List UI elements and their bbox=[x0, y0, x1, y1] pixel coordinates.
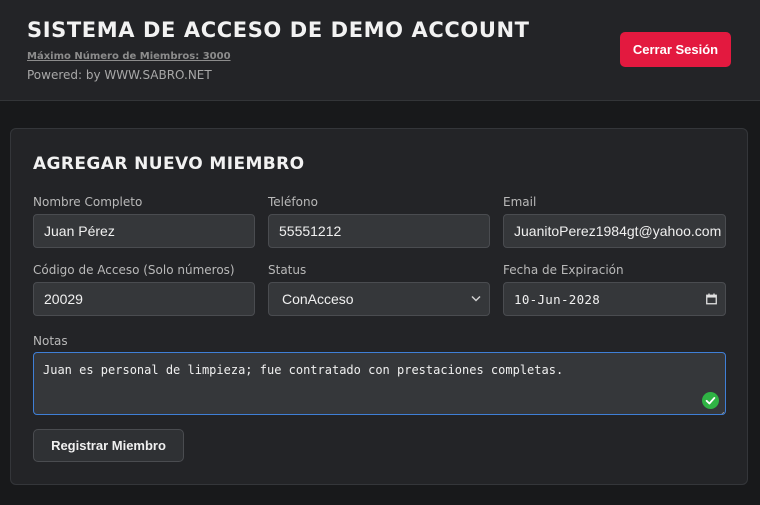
expiration-label: Fecha de Expiración bbox=[503, 263, 624, 277]
max-members-link[interactable]: Máximo Número de Miembros: 3000 bbox=[27, 51, 231, 62]
check-circle-icon bbox=[702, 392, 719, 409]
access-code-label: Código de Acceso (Solo números) bbox=[33, 263, 235, 277]
status-value: ConAcceso bbox=[282, 291, 354, 307]
phone-input[interactable]: 55551212 bbox=[268, 214, 490, 248]
app-title: SISTEMA DE ACCESO DE DEMO ACCOUNT bbox=[27, 18, 530, 42]
expiration-date-input[interactable]: 10-Jun-2028 bbox=[503, 282, 726, 316]
register-member-button[interactable]: Registrar Miembro bbox=[33, 429, 184, 462]
access-code-value: 20029 bbox=[44, 291, 83, 307]
email-value: JuanitoPerez1984gt@yahoo.com bbox=[514, 223, 722, 239]
notes-textarea[interactable]: Juan es personal de limpieza; fue contra… bbox=[33, 352, 726, 415]
email-input[interactable]: JuanitoPerez1984gt@yahoo.com bbox=[503, 214, 726, 248]
expiration-value: 10-Jun-2028 bbox=[514, 291, 601, 307]
powered-by-text: Powered: by WWW.SABRO.NET bbox=[27, 68, 212, 82]
access-code-input[interactable]: 20029 bbox=[33, 282, 255, 316]
chevron-down-icon bbox=[471, 295, 481, 303]
name-value: Juan Pérez bbox=[44, 223, 115, 239]
notes-value: Juan es personal de limpieza; fue contra… bbox=[43, 363, 564, 377]
notes-label: Notas bbox=[33, 334, 68, 348]
email-label: Email bbox=[503, 195, 537, 209]
add-member-card: AGREGAR NUEVO MIEMBRO Nombre Completo Ju… bbox=[10, 128, 748, 485]
app-header: SISTEMA DE ACCESO DE DEMO ACCOUNT Máximo… bbox=[0, 0, 760, 101]
status-select[interactable]: ConAcceso bbox=[268, 282, 490, 316]
status-label: Status bbox=[268, 263, 307, 277]
form-title: AGREGAR NUEVO MIEMBRO bbox=[33, 154, 305, 174]
name-input[interactable]: Juan Pérez bbox=[33, 214, 255, 248]
phone-label: Teléfono bbox=[268, 195, 318, 209]
resize-handle-icon[interactable] bbox=[718, 407, 725, 414]
calendar-icon[interactable] bbox=[706, 293, 717, 305]
logout-button[interactable]: Cerrar Sesión bbox=[620, 32, 731, 67]
phone-value: 55551212 bbox=[279, 223, 342, 239]
name-label: Nombre Completo bbox=[33, 195, 143, 209]
